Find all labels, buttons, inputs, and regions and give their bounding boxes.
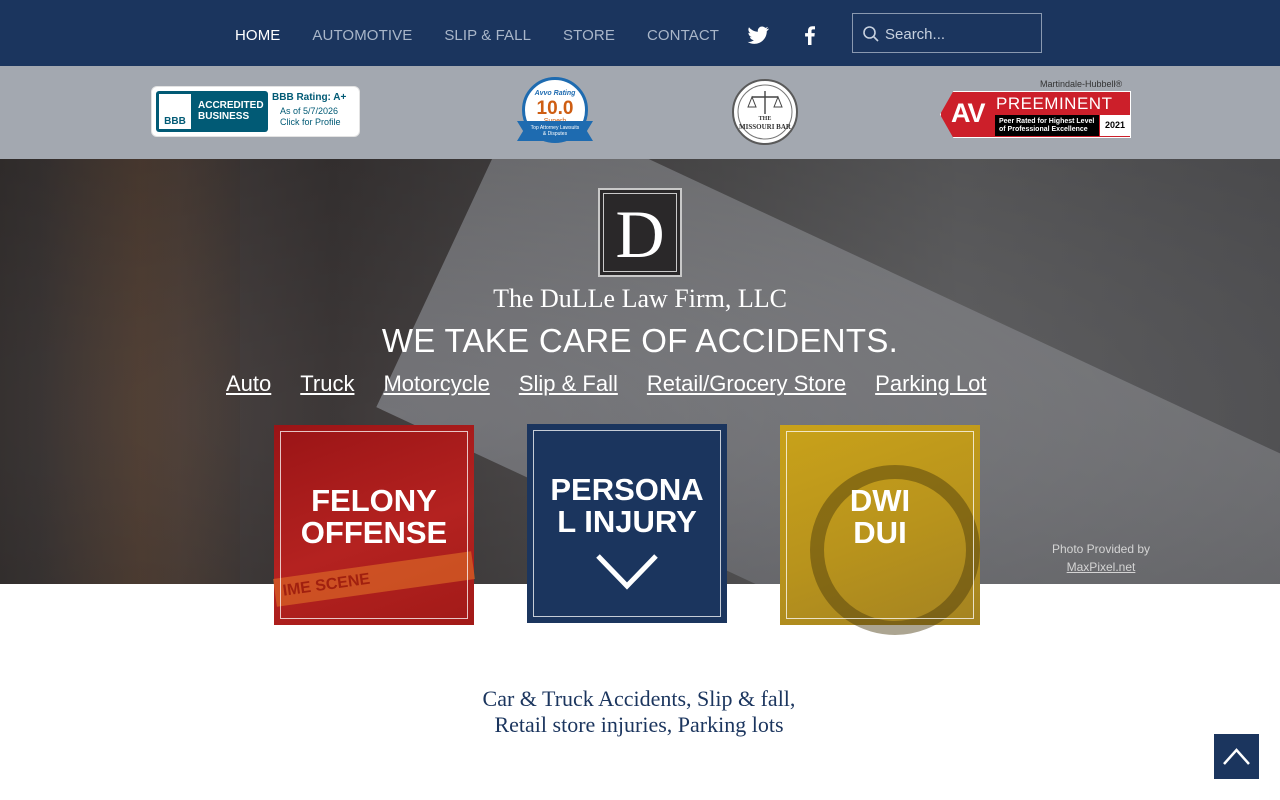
bbb-accredited-text: ACCREDITED BUSINESS [198, 100, 264, 122]
tile-personal-injury[interactable]: PERSONAL INJURY [527, 424, 727, 623]
bbb-accredited-panel: BBB ACCREDITED BUSINESS [156, 91, 268, 132]
hero-tagline: WE TAKE CARE OF ACCIDENTS. [381, 322, 899, 359]
avvo-ribbon: Top Attorney Lawsuits & Disputes [517, 121, 593, 141]
tile-dwi-label: DWI DUI [849, 483, 911, 550]
tile-personal-injury-label: PERSONAL INJURY [550, 472, 704, 539]
search-box[interactable] [852, 13, 1042, 53]
services-line-1: Car & Truck Accidents, Slip & fall, [482, 686, 796, 711]
chevron-down-icon [596, 554, 658, 590]
back-to-top-button[interactable] [1214, 734, 1259, 779]
missouri-bar-seal[interactable]: THE MISSOURI BAR [732, 79, 798, 145]
link-slip-fall[interactable]: Slip & Fall [519, 371, 618, 397]
main-nav: HOME AUTOMOTIVE SLIP & FALL STORE CONTAC… [235, 27, 751, 44]
firm-logo-letter: D [615, 196, 665, 272]
tile-felony-offense[interactable]: IME SCENE FELONY OFFENSE [273, 425, 475, 625]
bbb-date: As of 5/7/2026 [280, 106, 339, 116]
link-motorcycle[interactable]: Motorcycle [383, 371, 489, 397]
nav-home[interactable]: HOME [235, 27, 280, 44]
search-input[interactable] [885, 22, 1035, 46]
bbb-logo: BBB [159, 94, 191, 129]
link-auto[interactable]: Auto [226, 371, 271, 397]
chevron-up-icon [1223, 748, 1250, 765]
missouri-bar-line2: MISSOURI BAR [739, 123, 791, 131]
tile-dwi-dui[interactable]: DWI DUI [780, 425, 980, 635]
scales-icon [737, 84, 793, 140]
photo-credit-text: Photo Provided by [1051, 542, 1151, 556]
photo-credit-link[interactable]: MaxPixel.net [1067, 560, 1136, 574]
bbb-rating: BBB Rating: A+ [272, 92, 347, 103]
twitter-icon[interactable] [746, 23, 770, 47]
bbb-badge[interactable]: BBB ACCREDITED BUSINESS BBB Rating: A+ A… [151, 86, 360, 137]
av-preeminent: PREEMINENT [996, 94, 1113, 113]
nav-automotive[interactable]: AUTOMOTIVE [312, 27, 412, 44]
nav-store[interactable]: STORE [563, 27, 615, 44]
martindale-brand: Martindale-Hubbell® [1040, 79, 1123, 89]
tile-felony-label: FELONY OFFENSE [300, 483, 448, 550]
services-line-2: Retail store injuries, Parking lots [494, 712, 784, 737]
avvo-ribbon-text: Top Attorney Lawsuits & Disputes [530, 125, 580, 137]
nav-contact[interactable]: CONTACT [647, 27, 719, 44]
search-icon [863, 26, 879, 42]
firm-name: The DuLLe Law Firm, LLC [493, 284, 787, 313]
practice-links: Auto Truck Motorcycle Slip & Fall Retail… [226, 371, 1015, 397]
link-parking-lot[interactable]: Parking Lot [875, 371, 986, 397]
av-year: 2021 [1100, 115, 1130, 136]
avvo-rating-badge[interactable]: Avvo Rating 10.0 Superb Top Attorney Law… [517, 77, 593, 145]
avvo-score: 10.0 [536, 98, 574, 119]
photo-credit: Photo Provided by MaxPixel.net [1050, 540, 1152, 576]
bbb-profile-link: Click for Profile [280, 117, 341, 127]
link-truck[interactable]: Truck [300, 371, 354, 397]
av-mark: AV [951, 98, 986, 128]
link-retail-grocery[interactable]: Retail/Grocery Store [647, 371, 846, 397]
firm-logo[interactable]: D [598, 188, 682, 277]
services-summary: Car & Truck Accidents, Slip & fall, Reta… [0, 686, 1278, 738]
facebook-icon[interactable] [798, 23, 822, 47]
missouri-bar-line1: THE [758, 116, 772, 122]
avvo-brand: Avvo Rating [534, 90, 576, 97]
nav-slip-fall[interactable]: SLIP & FALL [444, 27, 531, 44]
martindale-av-badge[interactable]: Martindale-Hubbell® AV PREEMINENT Peer R… [940, 79, 1131, 139]
top-nav-bar: HOME AUTOMOTIVE SLIP & FALL STORE CONTAC… [0, 0, 1280, 66]
av-peer-text: Peer Rated for Highest Level of Professi… [995, 115, 1099, 136]
